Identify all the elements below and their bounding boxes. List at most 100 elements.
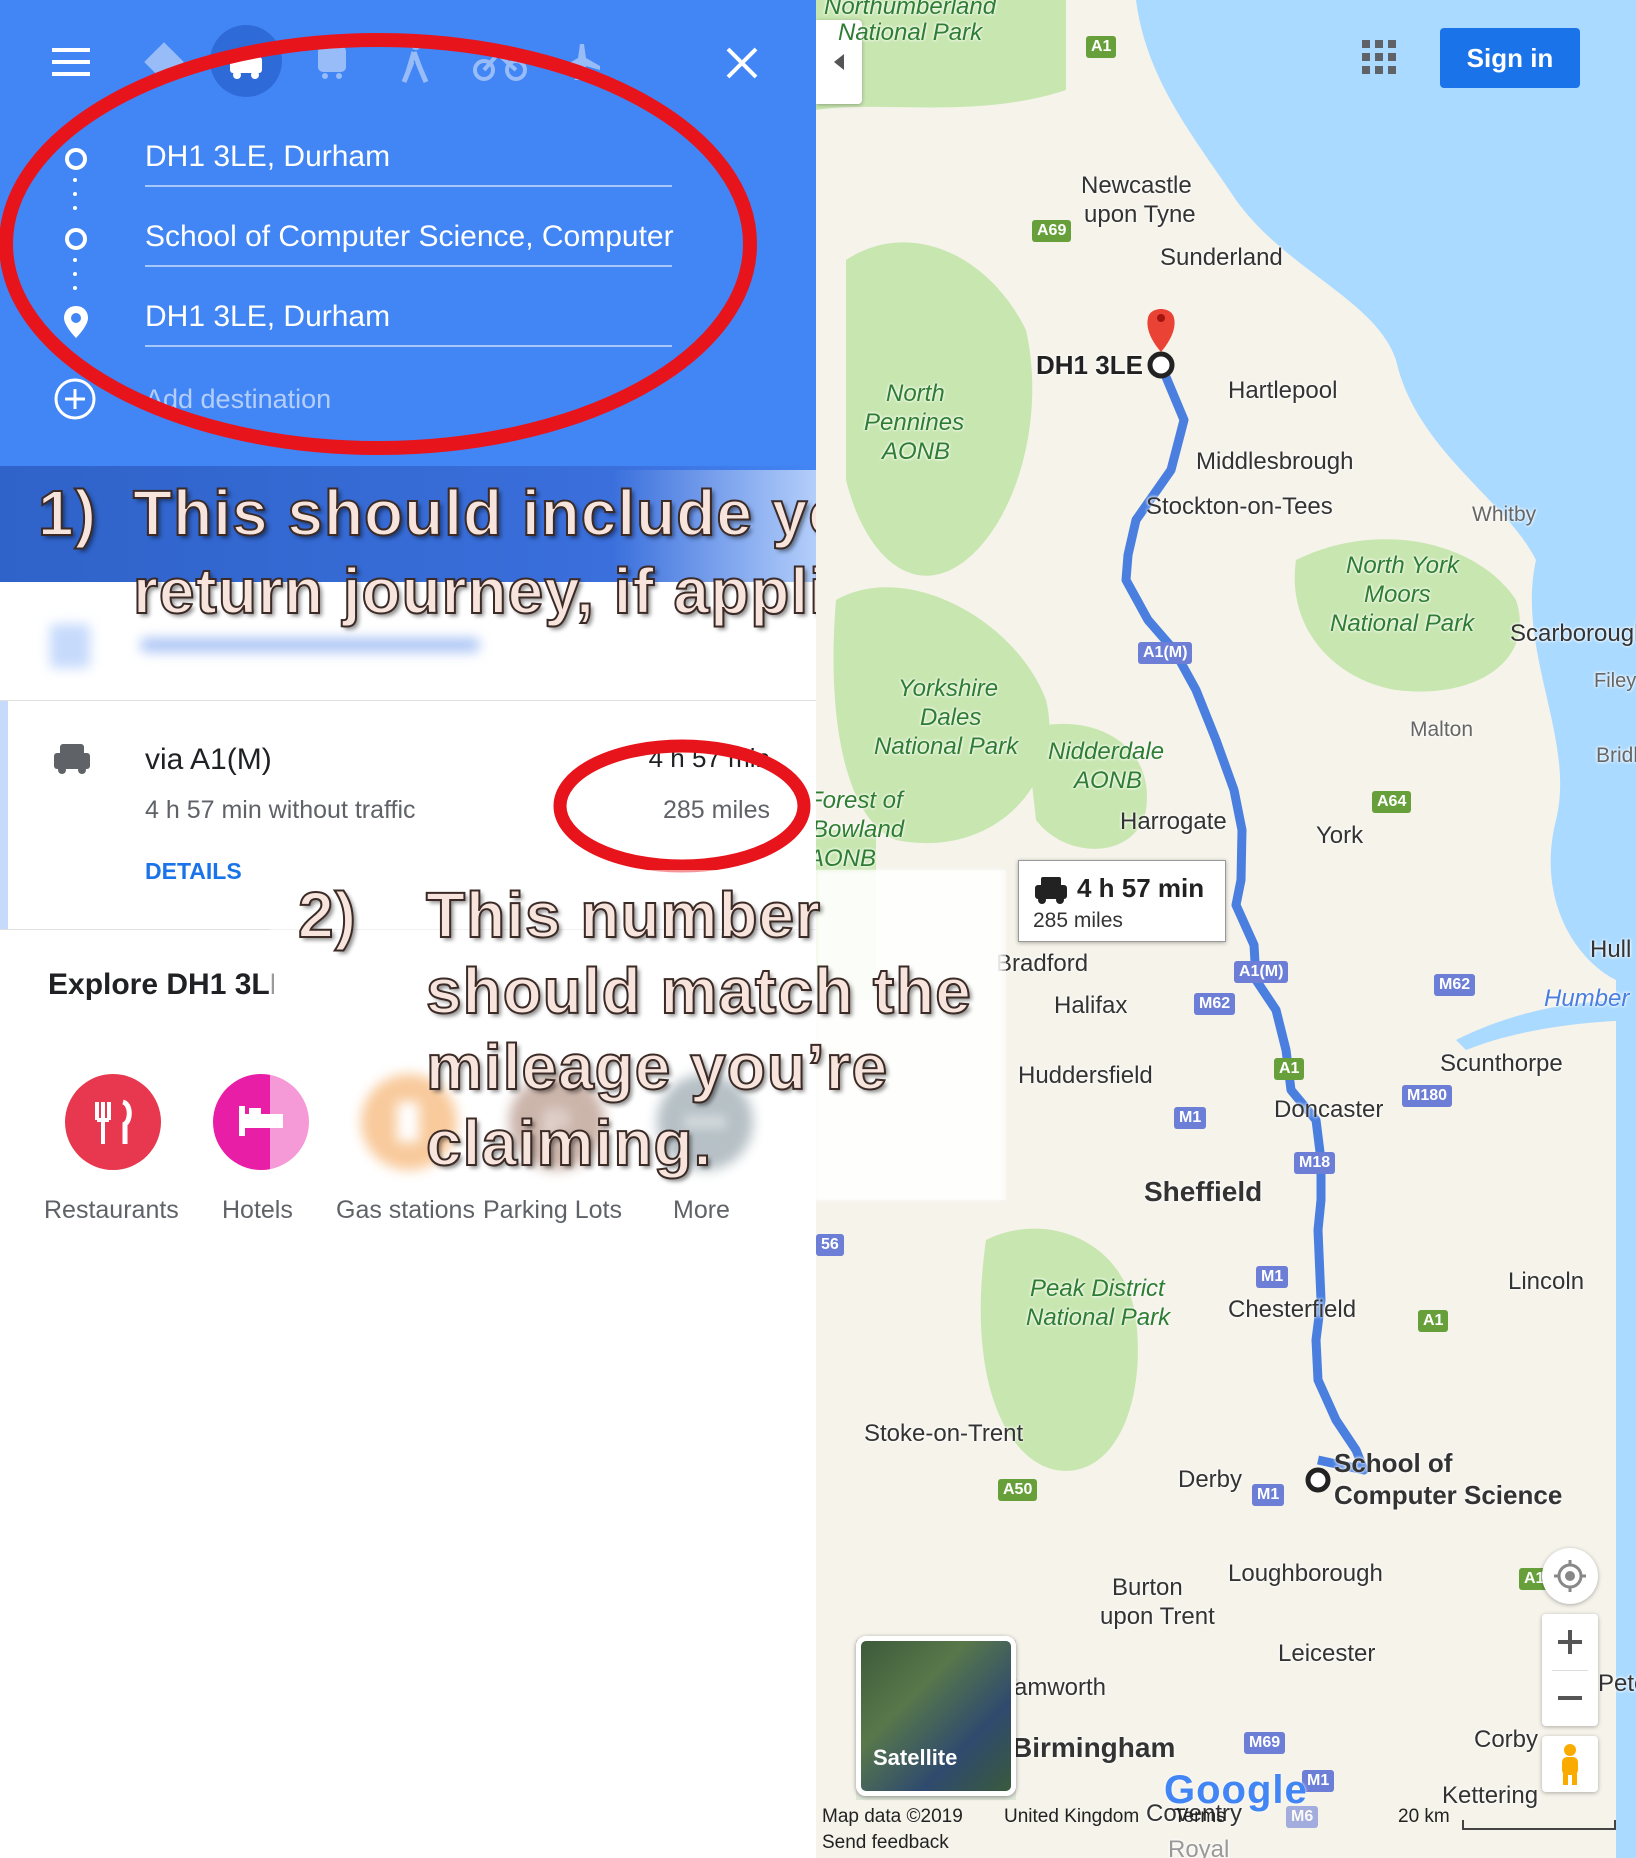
sign-in-button[interactable]: Sign in <box>1440 28 1580 88</box>
flight-icon[interactable] <box>560 40 604 84</box>
place-label: National Park <box>1026 1304 1171 1331</box>
location-icon <box>1554 1560 1586 1592</box>
place-label: Middlesbrough <box>1196 448 1354 475</box>
origin-input[interactable]: DH1 3LE, Durham <box>145 140 390 174</box>
origin-marker-label[interactable]: DH1 3LE <box>1036 350 1143 381</box>
road-shield: M1 <box>1252 1484 1285 1506</box>
road-shield: M62 <box>1194 993 1236 1015</box>
place-label: Bradford <box>996 950 1089 977</box>
place-label: Halifax <box>1054 992 1128 1019</box>
route-car-icon <box>54 744 90 774</box>
menu-icon[interactable] <box>52 48 92 78</box>
place-label: upon Tyne <box>1084 201 1196 228</box>
parking-lots-label: Parking Lots <box>483 1196 622 1224</box>
destination-pin-icon <box>64 306 88 338</box>
bicycle-icon[interactable] <box>472 40 528 84</box>
place-label: Huddersfield <box>1018 1062 1153 1089</box>
place-label: Burton <box>1112 1574 1183 1601</box>
transit-icon[interactable] <box>310 40 354 84</box>
apps-grid-icon[interactable] <box>1362 40 1396 74</box>
place-label: Royal <box>1168 1836 1230 1858</box>
place-label: Whitby <box>1472 503 1537 526</box>
close-icon[interactable] <box>725 46 759 80</box>
annotation-2-number: 2) <box>297 878 357 952</box>
place-label: National Park <box>1330 610 1475 637</box>
annotation-2-line-3: mileage you’re <box>425 1030 889 1104</box>
car-mode-selected[interactable] <box>210 25 282 97</box>
place-label: Nidderdale <box>1048 738 1165 765</box>
waypoint-input[interactable]: School of Computer Science, Computer <box>145 220 674 254</box>
place-label: Derby <box>1178 1466 1243 1493</box>
route-duration: 4 h 57 min <box>648 743 770 773</box>
add-destination-icon[interactable] <box>52 376 98 422</box>
place-label: Lincoln <box>1508 1268 1585 1295</box>
destination-marker-label-line-2[interactable]: Computer Science <box>1334 1480 1562 1511</box>
road-shield: A69 <box>1032 220 1072 242</box>
details-button[interactable]: DETAILS <box>145 858 242 885</box>
my-location-button[interactable] <box>1542 1548 1598 1604</box>
satellite-label: Satellite <box>873 1745 958 1770</box>
walk-icon[interactable] <box>392 38 436 86</box>
place-label: Stockton-on-Tees <box>1146 493 1333 520</box>
car-icon <box>230 49 262 79</box>
annotation-2-line-2: should match the <box>425 954 972 1028</box>
street-view-pegman[interactable] <box>1542 1736 1598 1792</box>
terms-link[interactable]: Terms <box>1174 1806 1226 1828</box>
map-region: United Kingdom <box>1004 1806 1140 1827</box>
place-label: Doncaster <box>1274 1096 1384 1123</box>
pegman-icon <box>1562 1744 1578 1785</box>
place-label: Bridlington <box>1596 744 1636 767</box>
best-route-icon[interactable] <box>142 40 186 84</box>
callout-distance: 285 miles <box>1033 909 1123 932</box>
add-destination-button[interactable]: Add destination <box>145 384 331 415</box>
place-label: AONB <box>882 438 951 465</box>
route-via: via A1(M) <box>145 743 272 776</box>
hotels-label: Hotels <box>222 1196 293 1224</box>
place-label: Filey <box>1594 670 1636 692</box>
place-label: Yorkshire <box>898 675 999 702</box>
place-label: upon Trent <box>1100 1603 1215 1630</box>
place-label: Kettering <box>1442 1782 1539 1809</box>
send-to-phone-link[interactable] <box>140 638 480 652</box>
route-distance: 285 miles <box>663 796 770 824</box>
destination-input[interactable]: DH1 3LE, Durham <box>145 300 390 334</box>
place-label: Chesterfield <box>1228 1296 1357 1323</box>
send-feedback-link[interactable]: Send feedback <box>822 1832 949 1854</box>
annotation-1-line-1: This should include your <box>132 476 915 550</box>
restaurants-label: Restaurants <box>44 1196 179 1224</box>
origin-dot-icon <box>65 148 87 170</box>
place-label: Harrogate <box>1120 808 1227 835</box>
road-shield: A1(M) <box>1138 642 1193 664</box>
place-label: Newcastle <box>1081 172 1192 199</box>
place-label: Forest of <box>816 787 903 814</box>
road-shield: 56 <box>816 1234 844 1256</box>
restaurants-button[interactable] <box>65 1074 161 1170</box>
directions-header: DH1 3LE, Durham School of Computer Scien… <box>0 0 816 470</box>
annotation-1-number: 1) <box>37 476 97 550</box>
zoom-out-icon[interactable] <box>1542 1670 1598 1726</box>
road-shield: A1(M) <box>1234 961 1289 983</box>
place-label: Loughborough <box>1228 1560 1383 1587</box>
restaurant-icon <box>95 1099 132 1144</box>
map-copyright: Map data ©2019 <box>822 1806 963 1827</box>
place-label: Hartlepool <box>1228 377 1338 404</box>
place-label: Tamworth <box>1002 1674 1107 1701</box>
road-shield: A1 <box>1274 1058 1305 1080</box>
place-label: AONB <box>816 845 877 872</box>
road-shield: M180 <box>1402 1085 1453 1107</box>
road-shield: A1 <box>1086 36 1117 58</box>
place-label: York <box>1316 822 1364 849</box>
route-callout[interactable]: 4 h 57 min 285 miles <box>1018 860 1226 942</box>
zoom-in-icon[interactable] <box>1542 1614 1598 1670</box>
place-label: Scarborough <box>1510 620 1636 647</box>
place-label: Dales <box>920 704 982 731</box>
satellite-toggle-button[interactable]: Satellite <box>856 1636 1016 1796</box>
place-label: Moors <box>1364 581 1431 608</box>
road-shield: M18 <box>1294 1152 1336 1174</box>
road-shield: M69 <box>1244 1732 1286 1754</box>
route-summary: 4 h 57 min without traffic <box>145 796 416 824</box>
callout-car-icon <box>1035 877 1067 904</box>
place-label: Hull <box>1590 936 1632 963</box>
destination-marker-label-line-1[interactable]: School of <box>1334 1448 1452 1479</box>
place-label: National Park <box>838 19 983 46</box>
